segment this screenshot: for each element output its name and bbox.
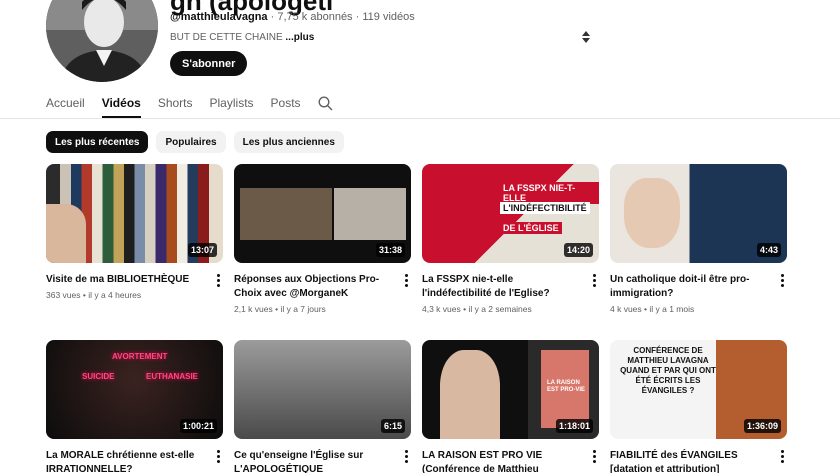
more-options-icon[interactable] bbox=[781, 450, 785, 464]
video-thumbnail[interactable]: CONFÉRENCE DE MATTHIEU LAVAGNA QUAND ET … bbox=[610, 340, 787, 439]
video-age: il y a 4 heures bbox=[88, 290, 142, 300]
video-count: 119 vidéos bbox=[362, 11, 415, 23]
video-duration: 1:18:01 bbox=[555, 419, 593, 433]
video-info: 2,1 k vues • il y a 7 jours bbox=[234, 304, 326, 314]
video-age: il y a 1 mois bbox=[649, 304, 695, 314]
tab-videos[interactable]: Vidéos bbox=[101, 90, 141, 118]
video-thumbnail[interactable]: 31:38 bbox=[234, 164, 411, 263]
video-duration: 14:20 bbox=[563, 243, 593, 257]
video-views: 4 k vues bbox=[610, 304, 642, 314]
more-options-icon[interactable] bbox=[405, 450, 409, 464]
video-info: 4,3 k vues • il y a 2 semaines bbox=[422, 304, 532, 314]
video-title[interactable]: La FSSPX nie-t-elle l'indéfectibilité de… bbox=[422, 273, 580, 301]
thumbnail-text: CONFÉRENCE DE MATTHIEU LAVAGNA QUAND ET … bbox=[620, 346, 716, 395]
channel-avatar[interactable] bbox=[46, 0, 158, 82]
channel-meta: @matthieulavagna · 7,75 k abonnés · 119 … bbox=[170, 11, 415, 23]
video-title[interactable]: La MORALE chrétienne est-elle IRRATIONNE… bbox=[46, 449, 204, 473]
video-views: 2,1 k vues bbox=[234, 304, 273, 314]
video-title[interactable]: FIABILITÉ des ÉVANGILES [datation et att… bbox=[610, 449, 768, 473]
chip-oldest[interactable]: Les plus anciennes bbox=[233, 131, 344, 153]
video-duration: 1:36:09 bbox=[743, 419, 781, 433]
channel-handle: @matthieulavagna bbox=[170, 11, 268, 23]
thumbnail-art bbox=[440, 350, 500, 439]
video-duration: 6:15 bbox=[380, 419, 405, 433]
channel-about[interactable]: BUT DE CETTE CHAINE ...plus bbox=[170, 32, 314, 43]
video-duration: 1:00:21 bbox=[179, 419, 217, 433]
search-icon[interactable] bbox=[318, 96, 333, 111]
tab-shorts[interactable]: Shorts bbox=[158, 90, 193, 118]
thumbnail-art bbox=[46, 204, 86, 263]
thumbnail-art bbox=[334, 188, 406, 240]
channel-tabs: Accueil Vidéos Shorts Playlists Posts bbox=[46, 90, 318, 118]
tab-posts[interactable]: Posts bbox=[271, 90, 301, 118]
video-card[interactable]: 13:07 Visite de ma BIBLIOETHÈQUE 363 vue… bbox=[46, 164, 223, 300]
video-thumbnail[interactable]: 6:15 bbox=[234, 340, 411, 439]
updown-arrows-icon[interactable] bbox=[580, 30, 592, 44]
more-options-icon[interactable] bbox=[405, 274, 409, 288]
video-duration: 4:43 bbox=[756, 243, 781, 257]
video-thumbnail[interactable]: LA RAISON EST PRO-VIE 1:18:01 bbox=[422, 340, 599, 439]
thumbnail-art bbox=[624, 178, 680, 248]
video-duration: 13:07 bbox=[187, 243, 217, 257]
thumbnail-text: LA RAISON EST PRO-VIE bbox=[547, 380, 586, 393]
video-thumbnail[interactable]: LA FSSPX NIE-T-ELLE L'INDÉFECTIBILITÉ DE… bbox=[422, 164, 599, 263]
video-card[interactable]: 4:43 Un catholique doit-il être pro-immi… bbox=[610, 164, 787, 314]
video-card[interactable]: 6:15 Ce qu'enseigne l'Église sur L'APOLO… bbox=[234, 340, 411, 473]
about-more-link[interactable]: ...plus bbox=[285, 32, 314, 43]
tab-accueil[interactable]: Accueil bbox=[46, 90, 85, 118]
sort-chips: Les plus récentes Populaires Les plus an… bbox=[46, 131, 344, 153]
video-info: 363 vues • il y a 4 heures bbox=[46, 290, 142, 300]
video-thumbnail[interactable]: AVORTEMENT SUICIDE EUTHANASIE 1:00:21 bbox=[46, 340, 223, 439]
subscriber-count: 7,75 k abonnés bbox=[277, 11, 353, 23]
more-options-icon[interactable] bbox=[781, 274, 785, 288]
thumbnail-text: SUICIDE bbox=[82, 372, 115, 381]
subscribe-button[interactable]: S'abonner bbox=[170, 51, 248, 76]
video-card[interactable]: AVORTEMENT SUICIDE EUTHANASIE 1:00:21 La… bbox=[46, 340, 223, 473]
thumbnail-text: DE L'ÉGLISE bbox=[500, 222, 562, 234]
video-card[interactable]: LA FSSPX NIE-T-ELLE L'INDÉFECTIBILITÉ DE… bbox=[422, 164, 599, 314]
video-card[interactable]: LA RAISON EST PRO-VIE 1:18:01 LA RAISON … bbox=[422, 340, 599, 473]
tabs-divider bbox=[0, 118, 840, 119]
video-info: 4 k vues • il y a 1 mois bbox=[610, 304, 695, 314]
video-title[interactable]: Un catholique doit-il être pro-immigrati… bbox=[610, 273, 768, 301]
thumbnail-art: LA RAISON EST PRO-VIE bbox=[541, 350, 589, 428]
video-card[interactable]: CONFÉRENCE DE MATTHIEU LAVAGNA QUAND ET … bbox=[610, 340, 787, 473]
about-text: BUT DE CETTE CHAINE bbox=[170, 32, 283, 43]
chip-recent[interactable]: Les plus récentes bbox=[46, 131, 149, 153]
thumbnail-text: LA FSSPX NIE-T-ELLE bbox=[500, 182, 599, 204]
tab-playlists[interactable]: Playlists bbox=[210, 90, 254, 118]
video-title[interactable]: LA RAISON EST PRO VIE (Conférence de Mat… bbox=[422, 449, 580, 473]
thumbnail-text: AVORTEMENT bbox=[112, 352, 168, 361]
video-card[interactable]: 31:38 Réponses aux Objections Pro-Choix … bbox=[234, 164, 411, 314]
video-duration: 31:38 bbox=[375, 243, 405, 257]
video-title[interactable]: Ce qu'enseigne l'Église sur L'APOLOGÉTIQ… bbox=[234, 449, 392, 473]
video-thumbnail[interactable]: 4:43 bbox=[610, 164, 787, 263]
thumbnail-art bbox=[240, 188, 332, 240]
thumbnail-text: EUTHANASIE bbox=[146, 372, 199, 381]
video-title[interactable]: Visite de ma BIBLIOETHÈQUE bbox=[46, 273, 204, 287]
chip-popular[interactable]: Populaires bbox=[156, 131, 226, 153]
video-age: il y a 2 semaines bbox=[468, 304, 532, 314]
more-options-icon[interactable] bbox=[593, 450, 597, 464]
thumbnail-text: L'INDÉFECTIBILITÉ bbox=[500, 202, 590, 214]
video-views: 363 vues bbox=[46, 290, 81, 300]
video-age: il y a 7 jours bbox=[280, 304, 326, 314]
video-thumbnail[interactable]: 13:07 bbox=[46, 164, 223, 263]
video-title[interactable]: Réponses aux Objections Pro-Choix avec @… bbox=[234, 273, 392, 301]
more-options-icon[interactable] bbox=[217, 450, 221, 464]
more-options-icon[interactable] bbox=[593, 274, 597, 288]
video-views: 4,3 k vues bbox=[422, 304, 461, 314]
more-options-icon[interactable] bbox=[217, 274, 221, 288]
